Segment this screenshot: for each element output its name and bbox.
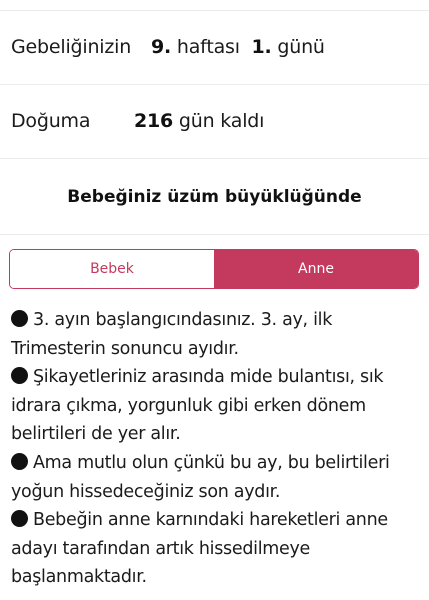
bullet-icon [11, 452, 28, 470]
info-paragraph: Şikayetleriniz arasında mide bulantısı, … [11, 363, 423, 449]
info-paragraph-text: Şikayetleriniz arasında mide bulantısı, … [11, 367, 384, 445]
divider-1 [0, 84, 429, 85]
info-paragraph-text: Bebeğin anne karnındaki hareketleri anne… [11, 510, 388, 588]
birth-label: Doğuma [11, 110, 91, 132]
info-paragraph-text: Ama mutlu olun çünkü bu ay, bu belirtile… [11, 452, 390, 502]
day-number: 1. [251, 36, 272, 58]
birth-info-row: Doğuma 216 gün kaldı [0, 86, 429, 156]
info-paragraph: Bebeğin anne karnındaki hareketleri anne… [11, 506, 423, 592]
pregnancy-month-page: Gebeliğinizin 9. haftası 1. günü Doğuma … [0, 0, 429, 600]
days-left-number: 216 [134, 110, 174, 132]
tab-mother[interactable]: Anne [214, 250, 418, 288]
mother-info-content: 3. ayın başlangıcındasınız. 3. ay, ilk T… [11, 306, 423, 592]
baby-mother-segmented-control: Bebek Anne [9, 249, 419, 289]
bullet-icon [11, 510, 28, 528]
divider-3 [0, 234, 429, 235]
week-info-row: Gebeliğinizin 9. haftası 1. günü [0, 12, 429, 82]
week-values: 9. haftası 1. günü [151, 36, 325, 58]
birth-values: 216 gün kaldı [134, 110, 264, 132]
bullet-icon [11, 310, 28, 327]
tab-baby[interactable]: Bebek [10, 250, 214, 288]
info-paragraph-text: 3. ayın başlangıcındasınız. 3. ay, ilk T… [11, 310, 333, 359]
bullet-icon [11, 367, 28, 385]
days-left-text: gün kaldı [178, 110, 265, 132]
info-paragraph: Ama mutlu olun çünkü bu ay, bu belirtile… [11, 449, 423, 506]
week-text: haftası [176, 36, 240, 58]
divider-2 [0, 158, 429, 159]
divider-top [0, 10, 429, 11]
day-text: günü [277, 36, 325, 58]
week-number: 9. [151, 36, 172, 58]
baby-size-title: Bebeğiniz üzüm büyüklüğünde [67, 187, 362, 207]
week-label: Gebeliğinizin [11, 36, 132, 58]
info-paragraph: 3. ayın başlangıcındasınız. 3. ay, ilk T… [11, 306, 423, 363]
